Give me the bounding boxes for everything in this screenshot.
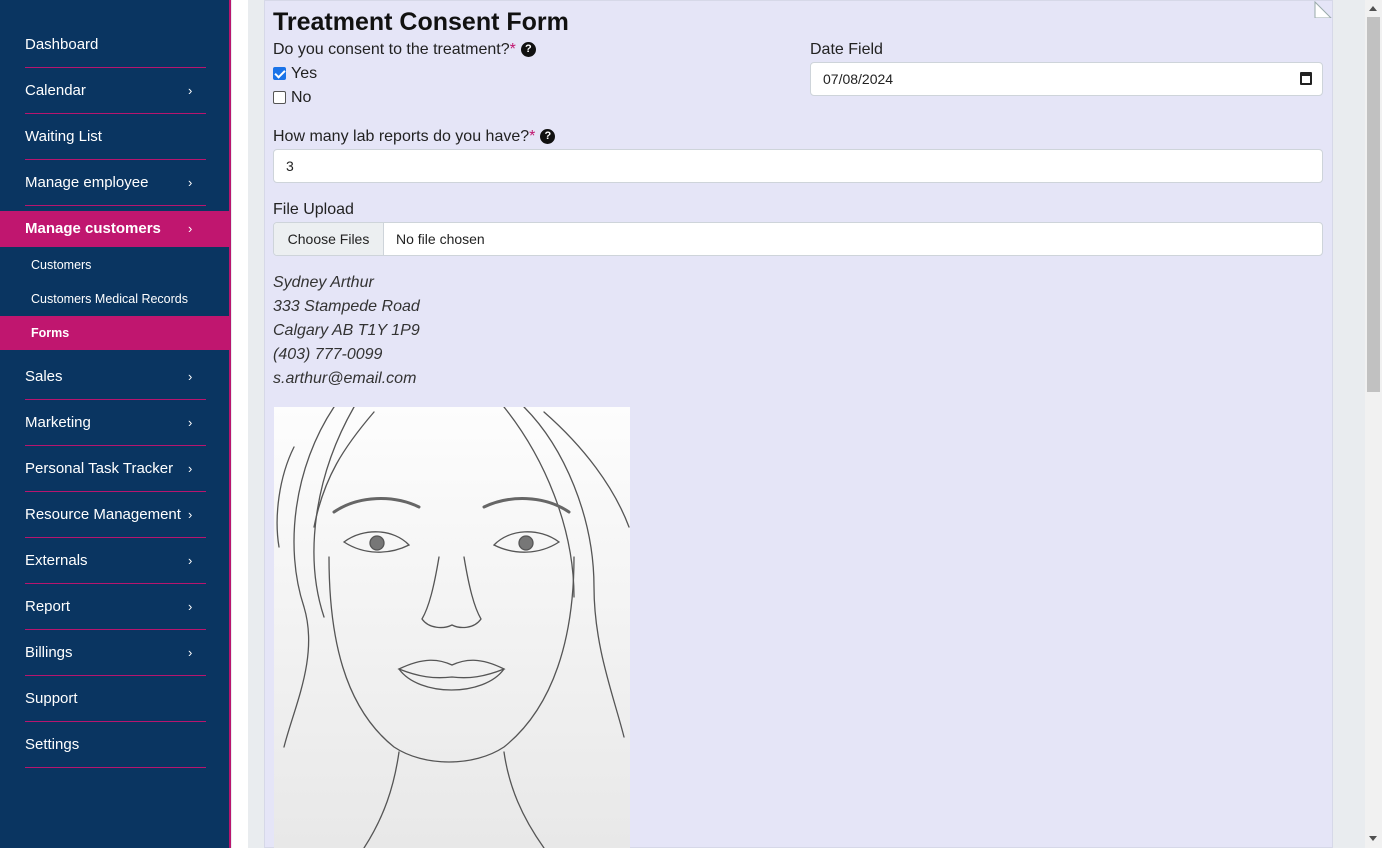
chevron-right-icon: ›	[188, 599, 193, 614]
chevron-right-icon: ›	[188, 369, 193, 384]
sidebar-item-externals[interactable]: Externals ›	[0, 538, 230, 584]
sidebar-subitem-forms[interactable]: Forms	[0, 316, 230, 350]
sidebar-item-label: Manage customers	[25, 220, 161, 237]
window-edge	[1382, 0, 1391, 848]
page-scrollbar[interactable]	[1365, 0, 1382, 848]
address-city: Calgary AB T1Y 1P9	[273, 322, 420, 339]
help-icon[interactable]: ?	[540, 129, 556, 145]
sidebar-item-personal-task-tracker[interactable]: Personal Task Tracker ›	[0, 446, 230, 492]
sidebar-item-label: Personal Task Tracker	[25, 460, 174, 477]
sidebar-item-dashboard[interactable]: Dashboard	[0, 22, 230, 68]
sidebar-item-manage-employee[interactable]: Manage employee ›	[0, 160, 230, 206]
sidebar-item-report[interactable]: Report ›	[0, 584, 230, 630]
fold-corner-icon	[1314, 1, 1332, 18]
sidebar-subitem-medical-records[interactable]: Customers Medical Records	[0, 282, 230, 316]
required-mark: *	[509, 41, 516, 58]
address-street: 333 Stampede Road	[273, 298, 420, 315]
sidebar-item-label: Marketing	[25, 414, 91, 431]
date-input[interactable]: 07/08/2024	[810, 62, 1323, 96]
sidebar-item-label: Manage employee	[25, 174, 149, 191]
sidebar-divider	[25, 767, 206, 768]
required-mark: *	[529, 128, 536, 145]
sidebar-item-label: Sales	[25, 368, 63, 385]
sidebar-subitem-label: Customers Medical Records	[31, 292, 188, 306]
consent-yes-checkbox[interactable]	[273, 67, 286, 80]
sidebar-item-marketing[interactable]: Marketing ›	[0, 400, 230, 446]
consent-question: Do you consent to the treatment?*?	[273, 41, 536, 59]
sidebar-item-label: Waiting List	[25, 128, 102, 145]
sidebar-item-label: Settings	[25, 736, 80, 753]
sidebar-item-label: Externals	[25, 552, 88, 569]
sidebar-divider	[25, 205, 206, 206]
sidebar-item-resource-management[interactable]: Resource Management ›	[0, 492, 230, 538]
help-icon[interactable]: ?	[520, 42, 536, 58]
sidebar-item-label: Report	[25, 598, 71, 615]
file-status: No file chosen	[396, 231, 485, 247]
consent-yes-label[interactable]: Yes	[291, 65, 317, 83]
chevron-right-icon: ›	[188, 175, 193, 190]
sidebar-item-settings[interactable]: Settings	[0, 722, 230, 768]
sidebar-subitem-label: Customers	[31, 258, 92, 272]
address-email: s.arthur@email.com	[273, 370, 417, 387]
address-phone: (403) 777-0099	[273, 346, 383, 363]
scroll-down-icon[interactable]	[1369, 836, 1377, 841]
address-name: Sydney Arthur	[273, 274, 374, 291]
sidebar-item-sales[interactable]: Sales ›	[0, 354, 230, 400]
chevron-right-icon: ›	[188, 461, 193, 476]
scrollbar-thumb[interactable]	[1367, 17, 1380, 392]
scroll-up-icon[interactable]	[1369, 6, 1377, 11]
chevron-right-icon: ›	[188, 221, 193, 236]
face-sketch-image	[274, 407, 630, 848]
chevron-right-icon: ›	[188, 553, 193, 568]
consent-no-checkbox[interactable]	[273, 91, 286, 104]
lab-reports-question-text: How many lab reports do you have?	[273, 128, 530, 145]
lab-reports-input[interactable]: 3	[273, 149, 1323, 183]
file-upload-input[interactable]: Choose Files No file chosen	[273, 222, 1323, 256]
sidebar-item-label: Calendar	[25, 82, 86, 99]
sidebar-item-billings[interactable]: Billings ›	[0, 630, 230, 676]
sidebar-item-label: Dashboard	[25, 36, 99, 53]
content-gutter	[232, 0, 248, 848]
sidebar: Dashboard Calendar › Waiting List Manage…	[0, 0, 231, 848]
date-field-label: Date Field	[810, 41, 883, 58]
file-upload-label: File Upload	[273, 201, 354, 218]
chevron-right-icon: ›	[188, 83, 193, 98]
sidebar-item-label: Resource Management	[25, 506, 181, 523]
chevron-right-icon: ›	[188, 645, 193, 660]
chevron-right-icon: ›	[188, 507, 193, 522]
sidebar-item-label: Support	[25, 690, 78, 707]
sidebar-subitem-customers[interactable]: Customers	[0, 248, 230, 282]
consent-question-text: Do you consent to the treatment?	[273, 41, 510, 58]
sidebar-item-manage-customers[interactable]: Manage customers ›	[0, 211, 230, 247]
form-title: Treatment Consent Form	[273, 8, 569, 36]
sidebar-item-support[interactable]: Support	[0, 676, 230, 722]
consent-no-label[interactable]: No	[291, 89, 311, 107]
chevron-right-icon: ›	[188, 415, 193, 430]
sidebar-subitem-label: Forms	[31, 326, 70, 340]
sidebar-item-waiting-list[interactable]: Waiting List	[0, 114, 230, 160]
calendar-icon[interactable]	[1300, 72, 1312, 85]
choose-files-button[interactable]: Choose Files	[274, 223, 384, 255]
lab-reports-value: 3	[286, 158, 294, 174]
sidebar-item-label: Billings	[25, 644, 73, 661]
lab-reports-question: How many lab reports do you have?*?	[273, 128, 556, 146]
date-input-value: 07/08/2024	[823, 71, 894, 87]
sidebar-item-calendar[interactable]: Calendar ›	[0, 68, 230, 114]
